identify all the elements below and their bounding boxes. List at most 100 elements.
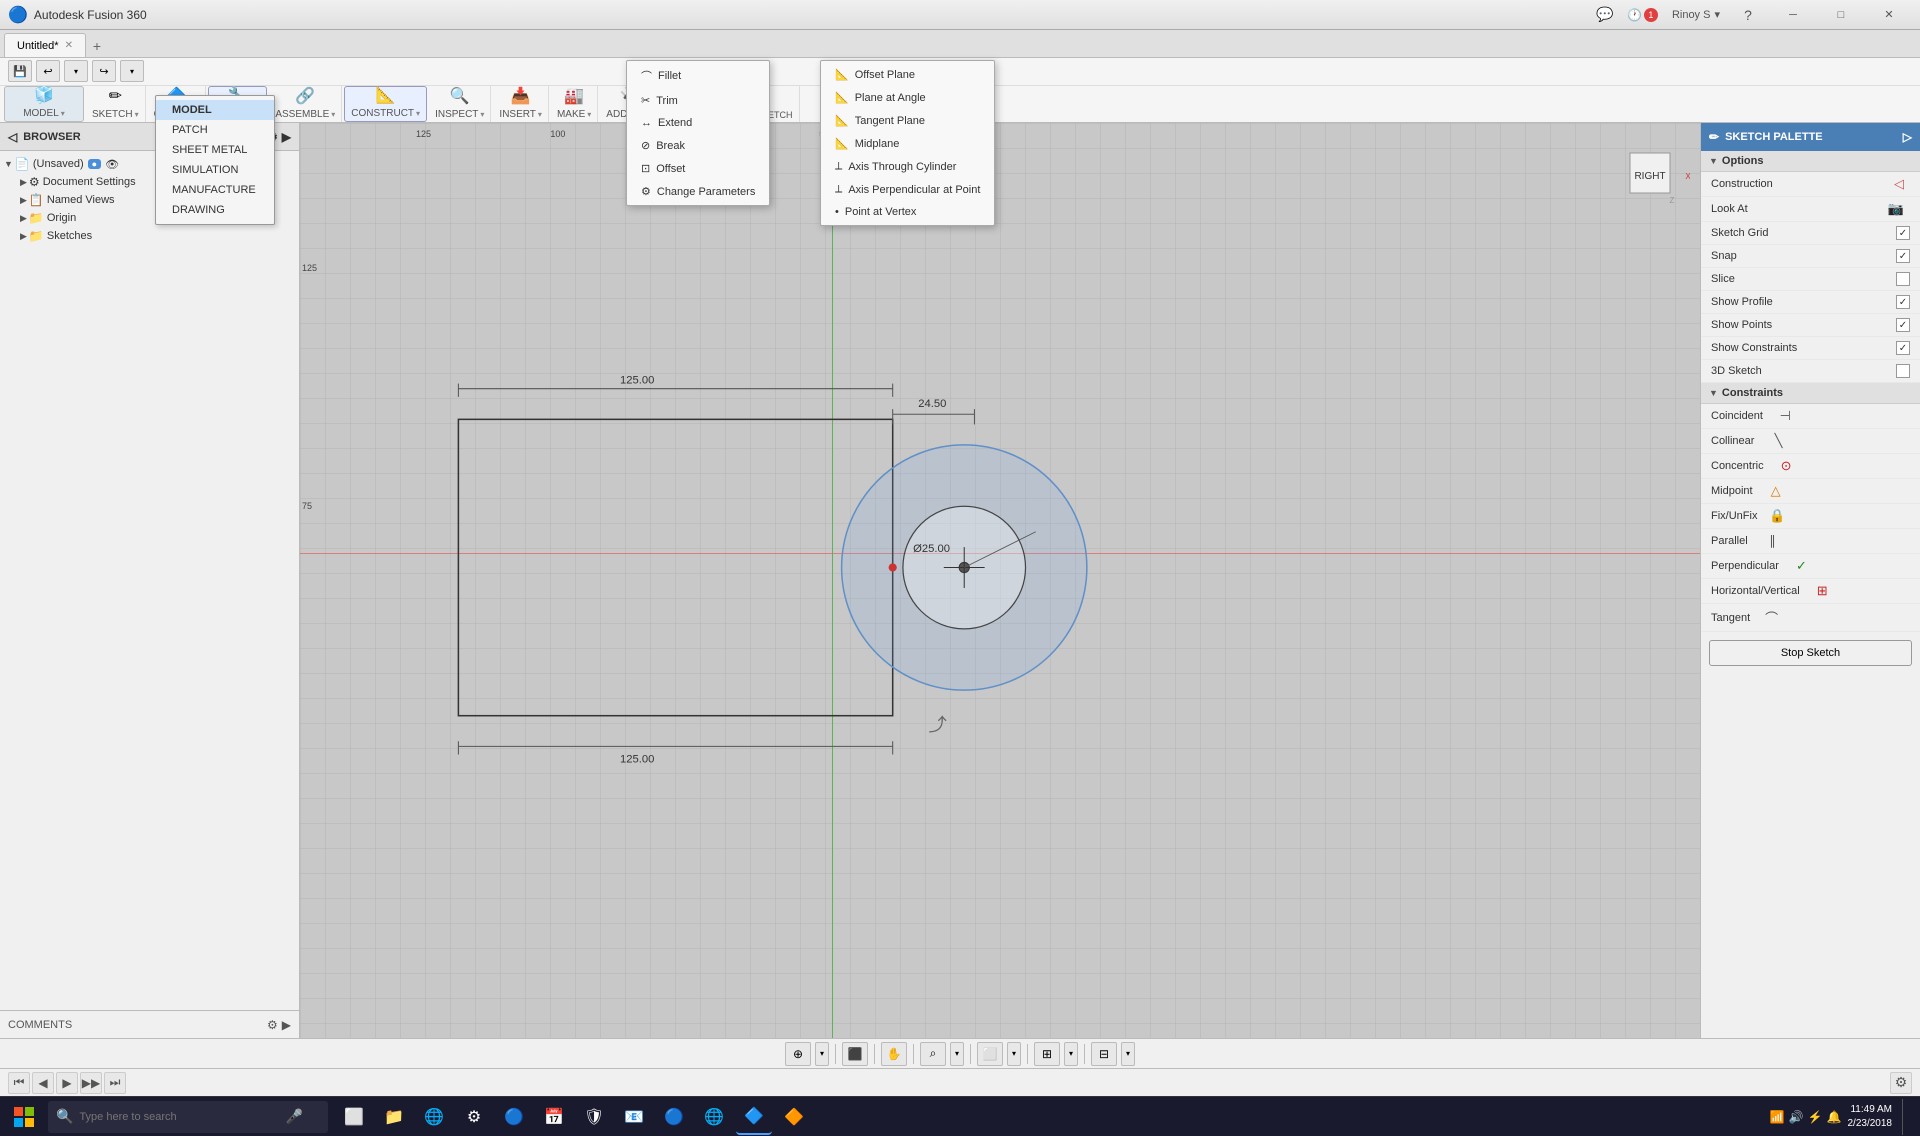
orbit-dropdown[interactable]: ▾ (815, 1042, 829, 1066)
antivirus-button[interactable]: 🛡 (576, 1099, 612, 1135)
help-button[interactable]: ? (1734, 4, 1762, 26)
option-show-profile[interactable]: Show Profile (1701, 291, 1920, 314)
zoom-button[interactable]: ⌕ (920, 1042, 946, 1066)
chat-button[interactable]: 💬 (1591, 4, 1619, 26)
constraint-perpendicular[interactable]: Perpendicular ✓ (1701, 554, 1920, 579)
new-tab-button[interactable]: + (86, 35, 108, 57)
app7-button[interactable]: 📅 (536, 1099, 572, 1135)
collapse-browser-button[interactable]: ◁ (8, 130, 17, 144)
comments-settings-icon[interactable]: ⚙ (267, 1018, 278, 1032)
orbit-button[interactable]: ⊕ (785, 1042, 811, 1066)
dd-axis-through-cylinder[interactable]: ⟂Axis Through Cylinder (821, 155, 994, 178)
browser-expand-icon[interactable]: ▶ (282, 130, 291, 144)
dd-extend[interactable]: ↔Extend (627, 112, 769, 134)
network-icon[interactable]: 📶 (1770, 1110, 1785, 1124)
option-show-points[interactable]: Show Points (1701, 314, 1920, 337)
stop-sketch-button[interactable]: Stop Sketch (1709, 640, 1912, 666)
system-clock[interactable]: 11:49 AM 2/23/2018 (1848, 1103, 1893, 1131)
next-frame-button[interactable]: ▶▶ (80, 1072, 102, 1094)
ribbon-model[interactable]: 🧊 MODEL ▾ (4, 86, 84, 122)
minimize-button[interactable]: ─ (1770, 0, 1816, 30)
save-button[interactable]: 💾 (8, 60, 32, 82)
constraint-collinear[interactable]: Collinear ╲ (1701, 429, 1920, 454)
microphone-icon[interactable]: 🎤 (285, 1108, 302, 1125)
edge-button[interactable]: 🌐 (416, 1099, 452, 1135)
option-show-constraints[interactable]: Show Constraints (1701, 337, 1920, 360)
dd-change-parameters[interactable]: ⚙Change Parameters (627, 180, 769, 203)
ribbon-make[interactable]: 🏭 MAKE ▾ (551, 86, 598, 122)
chrome-button[interactable]: 🔵 (656, 1099, 692, 1135)
play-button[interactable]: ▶ (56, 1072, 78, 1094)
dd-break[interactable]: ⊘Break (627, 134, 769, 157)
modify-dropdown-menu[interactable]: ⌒Fillet ✂Trim ↔Extend ⊘Break ⊡Offset ⚙Ch… (626, 60, 770, 206)
model-item-model[interactable]: MODEL (156, 100, 274, 120)
dd-offset[interactable]: ⊡Offset (627, 157, 769, 180)
constraint-midpoint[interactable]: Midpoint △ (1701, 479, 1920, 504)
task-view-button[interactable]: ⬜ (336, 1099, 372, 1135)
view-dropdown[interactable]: ▾ (1007, 1042, 1021, 1066)
dd-offset-plane[interactable]: 📐Offset Plane (821, 63, 994, 86)
notification-tray-icon[interactable]: 🔔 (1827, 1110, 1842, 1124)
constraint-tangent[interactable]: Tangent ⌒ (1701, 604, 1920, 632)
first-frame-button[interactable]: ⏮ (8, 1072, 30, 1094)
3d-sketch-checkbox[interactable] (1896, 364, 1910, 378)
model-item-drawing[interactable]: DRAWING (156, 200, 274, 220)
search-input[interactable] (79, 1111, 279, 1123)
tree-item-sketches[interactable]: ▶ 📁 Sketches (0, 227, 299, 245)
dd-plane-at-angle[interactable]: 📐Plane at Angle (821, 86, 994, 109)
pan-button[interactable]: ✋ (881, 1042, 907, 1066)
show-constraints-checkbox[interactable] (1896, 341, 1910, 355)
user-button[interactable]: Rinoy S ▾ (1666, 6, 1726, 23)
start-button[interactable] (4, 1099, 44, 1135)
option-sketch-grid[interactable]: Sketch Grid (1701, 222, 1920, 245)
mail-button[interactable]: 📧 (616, 1099, 652, 1135)
undo-dropdown-button[interactable]: ▾ (64, 60, 88, 82)
show-points-checkbox[interactable] (1896, 318, 1910, 332)
dd-axis-perpendicular[interactable]: ⟂Axis Perpendicular at Point (821, 178, 994, 201)
model-item-patch[interactable]: PATCH (156, 120, 274, 140)
power-icon[interactable]: ⚡ (1808, 1110, 1823, 1124)
fusion-button[interactable]: 🔷 (736, 1099, 772, 1135)
show-profile-checkbox[interactable] (1896, 295, 1910, 309)
ribbon-sketch[interactable]: ✏ SKETCH ▾ (86, 86, 146, 122)
options-section-header[interactable]: ▼ Options (1701, 151, 1920, 172)
tab-close-button[interactable]: ✕ (65, 40, 73, 51)
option-slice[interactable]: Slice (1701, 268, 1920, 291)
ribbon-inspect[interactable]: 🔍 INSPECT ▾ (429, 86, 491, 122)
dd-trim[interactable]: ✂Trim (627, 89, 769, 112)
option-snap[interactable]: Snap (1701, 245, 1920, 268)
model-item-manufacture[interactable]: MANUFACTURE (156, 180, 274, 200)
constraint-horizontal-vertical[interactable]: Horizontal/Vertical ⊞ (1701, 579, 1920, 604)
fit-button[interactable]: ⬛ (842, 1042, 868, 1066)
option-construction[interactable]: Construction ◁ (1701, 172, 1920, 197)
explorer-button[interactable]: 📁 (376, 1099, 412, 1135)
sketch-grid-checkbox[interactable] (1896, 226, 1910, 240)
grid-button[interactable]: ⊞ (1034, 1042, 1060, 1066)
constraints-section-header[interactable]: ▼ Constraints (1701, 383, 1920, 404)
ribbon-construct[interactable]: 📐 CONSTRUCT ▾ (344, 86, 427, 122)
option-3d-sketch[interactable]: 3D Sketch (1701, 360, 1920, 383)
constraint-parallel[interactable]: Parallel ∥ (1701, 529, 1920, 554)
show-desktop-button[interactable] (1902, 1099, 1908, 1135)
comments-expand-icon[interactable]: ▶ (282, 1018, 291, 1032)
redo-dropdown-button[interactable]: ▾ (120, 60, 144, 82)
prev-frame-button[interactable]: ◀ (32, 1072, 54, 1094)
zoom-dropdown[interactable]: ▾ (950, 1042, 964, 1066)
app11-button[interactable]: 🔶 (776, 1099, 812, 1135)
app6-button[interactable]: 🔵 (496, 1099, 532, 1135)
taskbar-search-area[interactable]: 🔍 🎤 (48, 1101, 328, 1133)
model-dropdown-menu[interactable]: MODEL PATCH SHEET METAL SIMULATION MANUF… (155, 95, 275, 225)
timeline-settings-button[interactable]: ⚙ (1890, 1072, 1912, 1094)
dd-point-at-vertex[interactable]: •Point at Vertex (821, 201, 994, 223)
constraint-fix-unfix[interactable]: Fix/UnFix 🔒 (1701, 504, 1920, 529)
tab-untitled[interactable]: Untitled* ✕ (4, 33, 86, 57)
dd-fillet[interactable]: ⌒Fillet (627, 63, 769, 89)
snap-checkbox[interactable] (1896, 249, 1910, 263)
view-cube[interactable]: RIGHT Z X (1610, 133, 1690, 213)
maximize-button[interactable]: □ (1818, 0, 1864, 30)
last-frame-button[interactable]: ⏭ (104, 1072, 126, 1094)
display-dropdown[interactable]: ▾ (1121, 1042, 1135, 1066)
redo-button[interactable]: ↪ (92, 60, 116, 82)
palette-expand-icon[interactable]: ▷ (1903, 130, 1912, 144)
model-item-sheet-metal[interactable]: SHEET METAL (156, 140, 274, 160)
